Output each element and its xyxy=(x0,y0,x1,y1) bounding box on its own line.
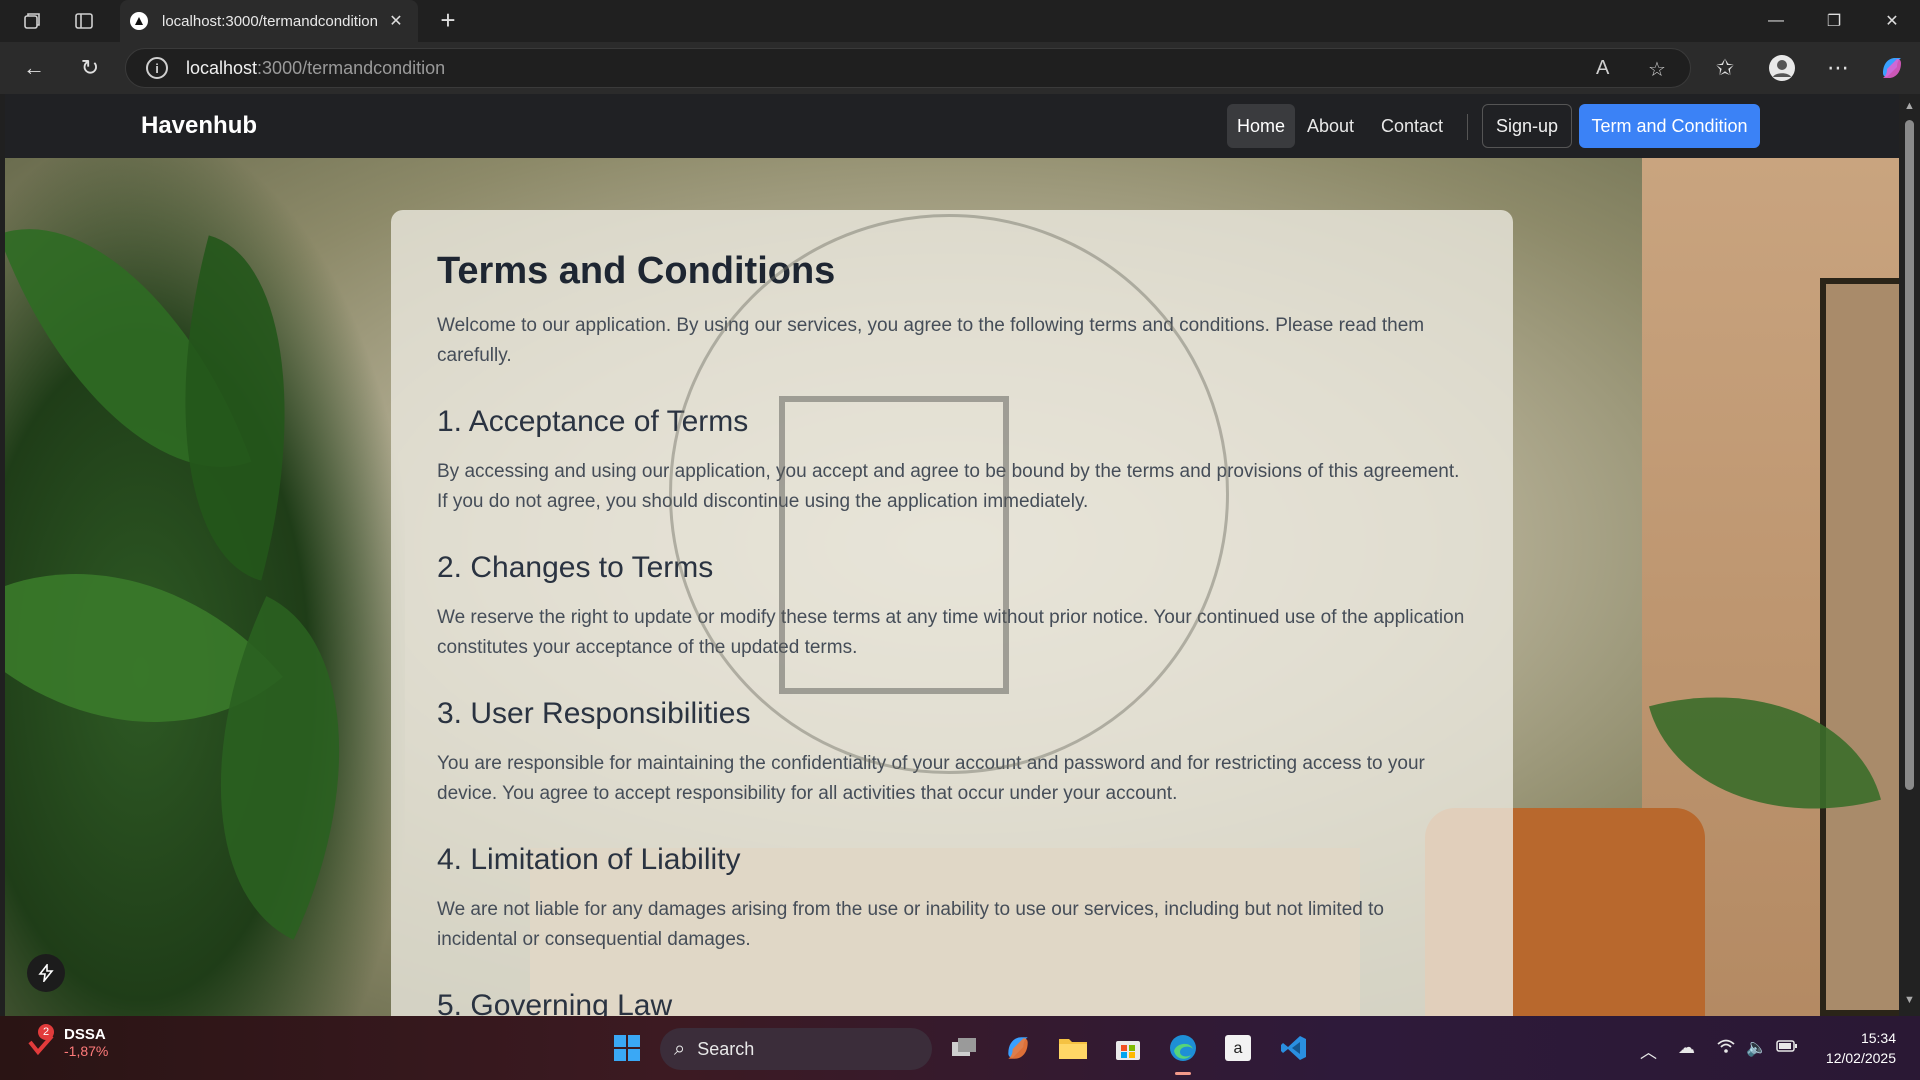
section-heading: 5. Governing Law xyxy=(437,989,673,1016)
stock-ticker: DSSA xyxy=(64,1026,106,1043)
search-icon: ⌕ xyxy=(674,1037,686,1060)
tab-termandcondition[interactable]: localhost:3000/termandcondition ✕ xyxy=(120,0,418,42)
page-title: Terms and Conditions xyxy=(437,250,836,292)
copilot-taskbar-icon[interactable] xyxy=(998,1028,1038,1068)
edge-active-indicator xyxy=(1175,1072,1191,1075)
nav-about[interactable]: About xyxy=(1297,104,1364,148)
edge-browser-icon[interactable] xyxy=(1163,1028,1203,1068)
section-body: We reserve the right to update or modify… xyxy=(437,607,1465,658)
tab-actions-icon[interactable] xyxy=(68,5,100,37)
nav-divider xyxy=(1467,114,1468,140)
start-icon[interactable] xyxy=(607,1028,647,1068)
scroll-up-icon[interactable]: ▲ xyxy=(1904,100,1915,112)
page-scrollbar[interactable]: ▲ ▼ xyxy=(1899,94,1920,1016)
restore-icon[interactable]: ❐ xyxy=(1806,0,1862,42)
close-window-icon[interactable]: ✕ xyxy=(1864,0,1920,42)
section-heading: 1. Acceptance of Terms xyxy=(437,405,749,438)
back-icon[interactable]: ← xyxy=(18,52,50,84)
stock-badge: 2 xyxy=(38,1024,54,1040)
site-favicon-icon xyxy=(130,12,148,30)
scrollbar-thumb[interactable] xyxy=(1905,120,1914,790)
volume-icon[interactable]: 🔈 xyxy=(1746,1038,1767,1058)
section-heading: 4. Limitation of Liability xyxy=(437,843,741,876)
url-host: localhost xyxy=(186,57,258,78)
taskbar-search[interactable]: ⌕ Search xyxy=(660,1028,932,1070)
workspaces-icon[interactable] xyxy=(16,5,48,37)
clock-time: 15:34 xyxy=(1860,1030,1896,1046)
signup-button[interactable]: Sign-up xyxy=(1482,104,1572,148)
search-label: Search xyxy=(697,1038,755,1059)
tray-overflow-icon[interactable]: ︿ xyxy=(1640,1038,1657,1063)
task-view-icon[interactable] xyxy=(944,1028,984,1068)
terms-button[interactable]: Term and Condition xyxy=(1579,104,1760,148)
stock-widget[interactable]: 2 DSSA -1,87% xyxy=(26,1024,109,1059)
copilot-icon[interactable] xyxy=(1876,52,1908,84)
file-explorer-icon[interactable] xyxy=(1053,1028,1093,1068)
site-info-icon[interactable]: i xyxy=(146,57,168,79)
vscode-icon[interactable] xyxy=(1274,1028,1314,1068)
stock-change: -1,87% xyxy=(64,1043,109,1059)
nav-contact[interactable]: Contact xyxy=(1371,104,1453,148)
section-body: You are responsible for maintaining the … xyxy=(437,753,1425,804)
tab-title: localhost:3000/termandcondition xyxy=(162,12,378,30)
microsoft-store-icon[interactable] xyxy=(1108,1028,1148,1068)
browser-toolbar: ← ↻ i localhost:3000/termandcondition A … xyxy=(0,42,1920,94)
section-heading: 3. User Responsibilities xyxy=(437,697,751,730)
page-viewport: Havenhub Home About Contact Sign-up Term… xyxy=(5,94,1899,1016)
url-path: :3000/termandcondition xyxy=(257,57,446,78)
wifi-icon[interactable] xyxy=(1716,1038,1736,1059)
section-body: By accessing and using our application, … xyxy=(437,461,1460,512)
more-menu-icon[interactable]: ⋯ xyxy=(1822,52,1854,84)
amazon-app-icon[interactable]: a xyxy=(1218,1028,1258,1068)
terms-card: Terms and Conditions Welcome to our appl… xyxy=(391,210,1513,1016)
close-tab-icon[interactable]: ✕ xyxy=(384,11,408,31)
intro-text: Welcome to our application. By using our… xyxy=(437,315,1425,366)
brand-logo[interactable]: Havenhub xyxy=(141,112,257,140)
nav-home[interactable]: Home xyxy=(1227,104,1296,148)
site-navbar: Havenhub Home About Contact Sign-up Term… xyxy=(5,94,1899,158)
read-aloud-icon[interactable]: A xyxy=(1596,57,1609,80)
system-clock[interactable]: 15:34 12/02/2025 xyxy=(1816,1028,1896,1068)
battery-icon[interactable] xyxy=(1776,1038,1798,1058)
address-bar[interactable]: i localhost:3000/termandcondition A ☆ xyxy=(125,48,1691,88)
windows-taskbar: 2 DSSA -1,87% ⌕ Search a ︿ ☁ 🔈 15:34 12/… xyxy=(0,1016,1920,1080)
favorites-icon[interactable]: ✩ xyxy=(1709,52,1741,84)
onedrive-icon[interactable]: ☁ xyxy=(1678,1038,1695,1058)
clock-date: 12/02/2025 xyxy=(1825,1050,1896,1066)
favorite-star-icon[interactable]: ☆ xyxy=(1648,57,1666,82)
profile-avatar-icon[interactable] xyxy=(1766,52,1798,84)
browser-tab-bar: localhost:3000/termandcondition ✕ + — ❐ … xyxy=(0,0,1920,42)
svg-text:a: a xyxy=(1234,1040,1243,1057)
new-tab-icon[interactable]: + xyxy=(432,5,464,36)
refresh-icon[interactable]: ↻ xyxy=(74,52,106,84)
minimize-icon[interactable]: — xyxy=(1748,0,1804,42)
section-body: We are not liable for any damages arisin… xyxy=(437,899,1384,950)
section-heading: 2. Changes to Terms xyxy=(437,551,714,584)
scroll-down-icon[interactable]: ▼ xyxy=(1904,994,1915,1006)
lightning-action-icon[interactable] xyxy=(27,954,65,992)
